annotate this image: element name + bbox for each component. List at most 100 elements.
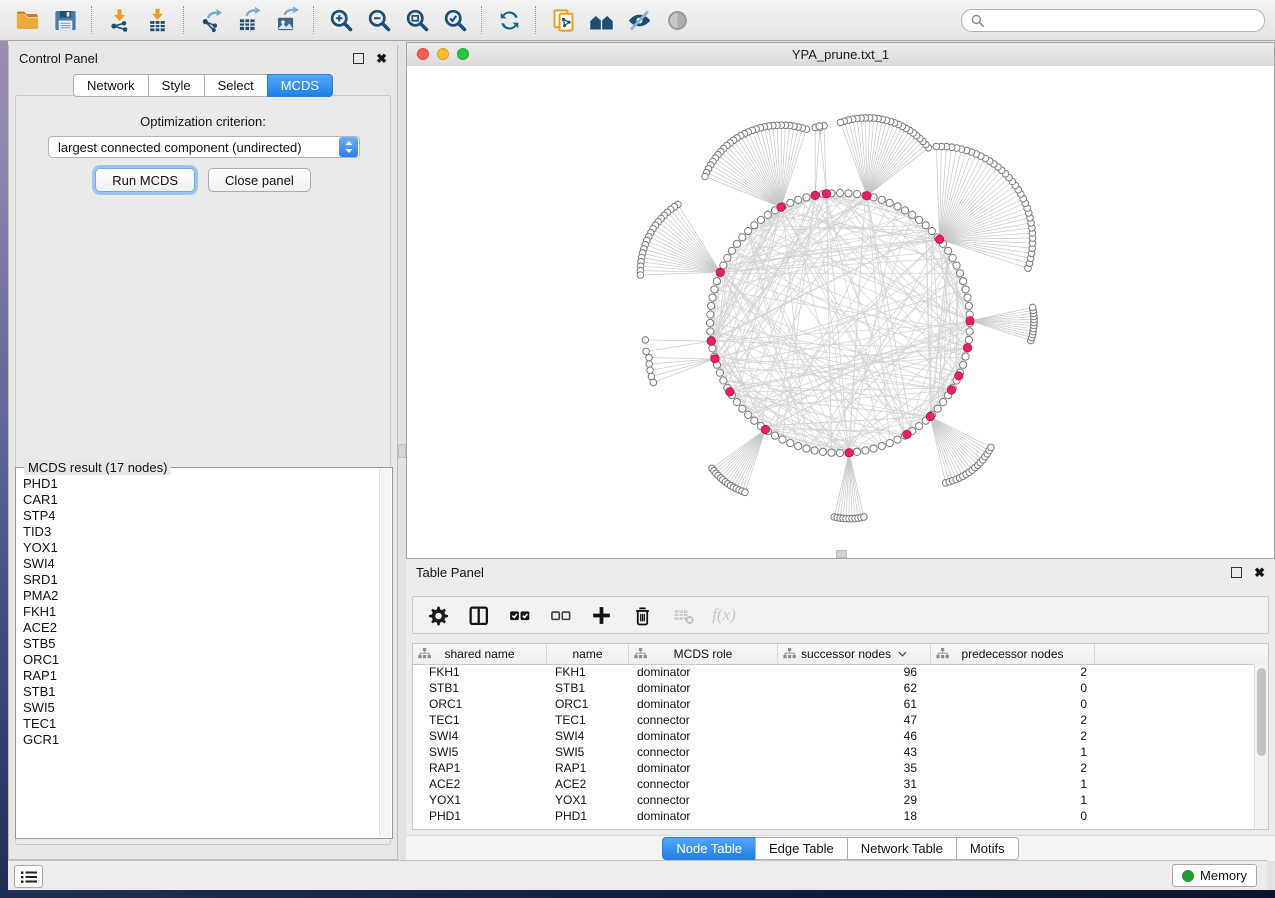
- export-image-button[interactable]: [271, 4, 303, 36]
- result-item[interactable]: CAR1: [23, 492, 392, 508]
- zoom-out-button[interactable]: [363, 4, 395, 36]
- cell-successor-nodes[interactable]: 43: [778, 745, 931, 759]
- table-row[interactable]: ORC1ORC1dominator610: [413, 696, 1255, 712]
- hide-graphics-details-button[interactable]: [623, 4, 655, 36]
- cell-name[interactable]: STB1: [547, 681, 629, 695]
- zoom-selected-button[interactable]: [439, 4, 471, 36]
- open-session-button[interactable]: [11, 4, 43, 36]
- cell-name[interactable]: PHD1: [547, 809, 629, 823]
- search-input[interactable]: [989, 12, 1264, 30]
- network-graph[interactable]: [407, 66, 1275, 560]
- result-item[interactable]: YOX1: [23, 540, 392, 556]
- cell-shared-name[interactable]: YOX1: [413, 793, 547, 807]
- cell-shared-name[interactable]: RAP1: [413, 761, 547, 775]
- cell-predecessor-nodes[interactable]: 2: [931, 761, 1095, 775]
- add-column-button[interactable]: [589, 603, 613, 627]
- settings-button[interactable]: [425, 603, 449, 627]
- run-mcds-button[interactable]: Run MCDS: [95, 168, 195, 192]
- result-item[interactable]: PHD1: [23, 476, 392, 492]
- zoom-in-button[interactable]: [325, 4, 357, 36]
- tab-network[interactable]: Network: [73, 74, 149, 97]
- column-header-name[interactable]: name: [547, 644, 629, 664]
- cell-mcds-role[interactable]: dominator: [629, 761, 778, 775]
- cell-mcds-role[interactable]: dominator: [629, 681, 778, 695]
- cell-name[interactable]: YOX1: [547, 793, 629, 807]
- column-header-successor-nodes[interactable]: successor nodes: [778, 644, 931, 664]
- result-item[interactable]: STP4: [23, 508, 392, 524]
- result-item[interactable]: SRD1: [23, 572, 392, 588]
- cell-predecessor-nodes[interactable]: 1: [931, 777, 1095, 791]
- import-network-button[interactable]: [103, 4, 135, 36]
- result-scrollbar[interactable]: [379, 469, 391, 837]
- vertical-splitter-handle[interactable]: [398, 444, 406, 458]
- result-item[interactable]: STB1: [23, 684, 392, 700]
- tab-select[interactable]: Select: [204, 74, 268, 97]
- cell-name[interactable]: SWI5: [547, 745, 629, 759]
- cell-shared-name[interactable]: ACE2: [413, 777, 547, 791]
- zoom-fit-button[interactable]: [401, 4, 433, 36]
- cell-predecessor-nodes[interactable]: 1: [931, 745, 1095, 759]
- select-all-check-button[interactable]: [507, 603, 531, 627]
- close-panel-button[interactable]: Close panel: [208, 168, 311, 192]
- show-graphics-details-button[interactable]: [661, 4, 693, 36]
- memory-button[interactable]: Memory: [1172, 864, 1257, 887]
- table-row[interactable]: PHD1PHD1dominator180: [413, 808, 1255, 824]
- cell-predecessor-nodes[interactable]: 1: [931, 793, 1095, 807]
- network-canvas[interactable]: [407, 66, 1274, 558]
- cell-successor-nodes[interactable]: 47: [778, 713, 931, 727]
- result-item[interactable]: SWI4: [23, 556, 392, 572]
- result-item[interactable]: STB5: [23, 636, 392, 652]
- cell-shared-name[interactable]: SWI5: [413, 745, 547, 759]
- cell-mcds-role[interactable]: connector: [629, 777, 778, 791]
- tab-network-table[interactable]: Network Table: [847, 837, 957, 860]
- float-panel-icon[interactable]: [353, 53, 364, 64]
- horizontal-splitter-handle[interactable]: [836, 550, 847, 558]
- deselect-all-check-button[interactable]: [548, 603, 572, 627]
- close-panel-icon[interactable]: ✖: [376, 52, 387, 65]
- delete-column-button[interactable]: [630, 603, 654, 627]
- cell-shared-name[interactable]: SWI4: [413, 729, 547, 743]
- export-network-button[interactable]: [195, 4, 227, 36]
- close-table-panel-icon[interactable]: ✖: [1254, 566, 1265, 579]
- column-header-mcds-role[interactable]: MCDS role: [629, 644, 778, 664]
- cell-shared-name[interactable]: PHD1: [413, 809, 547, 823]
- cell-successor-nodes[interactable]: 29: [778, 793, 931, 807]
- result-item[interactable]: TID3: [23, 524, 392, 540]
- cell-mcds-role[interactable]: connector: [629, 793, 778, 807]
- tab-mcds[interactable]: MCDS: [267, 74, 333, 97]
- cell-shared-name[interactable]: FKH1: [413, 665, 547, 679]
- table-row[interactable]: SWI4SWI4dominator462: [413, 728, 1255, 744]
- table-row[interactable]: YOX1YOX1connector291: [413, 792, 1255, 808]
- column-header-shared-name[interactable]: shared name: [413, 644, 547, 664]
- cell-predecessor-nodes[interactable]: 0: [931, 809, 1095, 823]
- cell-successor-nodes[interactable]: 61: [778, 697, 931, 711]
- cell-name[interactable]: RAP1: [547, 761, 629, 775]
- cell-mcds-role[interactable]: connector: [629, 713, 778, 727]
- cell-successor-nodes[interactable]: 31: [778, 777, 931, 791]
- cell-mcds-role[interactable]: dominator: [629, 809, 778, 823]
- cell-name[interactable]: SWI4: [547, 729, 629, 743]
- table-row[interactable]: SWI5SWI5connector431: [413, 744, 1255, 760]
- tab-motifs[interactable]: Motifs: [956, 837, 1019, 860]
- maximize-window-icon[interactable]: [457, 48, 469, 60]
- first-neighbors-button[interactable]: [585, 4, 617, 36]
- cell-successor-nodes[interactable]: 62: [778, 681, 931, 695]
- table-row[interactable]: ACE2ACE2connector311: [413, 776, 1255, 792]
- refresh-button[interactable]: [493, 4, 525, 36]
- result-item[interactable]: ORC1: [23, 652, 392, 668]
- cell-predecessor-nodes[interactable]: 2: [931, 729, 1095, 743]
- column-header-predecessor-nodes[interactable]: predecessor nodes: [931, 644, 1095, 664]
- table-row[interactable]: FKH1FKH1dominator962: [413, 664, 1255, 680]
- table-row[interactable]: TEC1TEC1connector472: [413, 712, 1255, 728]
- close-window-icon[interactable]: [417, 48, 429, 60]
- cell-mcds-role[interactable]: dominator: [629, 697, 778, 711]
- float-table-panel-icon[interactable]: [1231, 567, 1242, 578]
- import-table-button[interactable]: [141, 4, 173, 36]
- result-item[interactable]: FKH1: [23, 604, 392, 620]
- cell-mcds-role[interactable]: connector: [629, 745, 778, 759]
- criterion-dropdown[interactable]: largest connected component (undirected): [48, 136, 360, 158]
- result-item[interactable]: PMA2: [23, 588, 392, 604]
- cell-successor-nodes[interactable]: 35: [778, 761, 931, 775]
- cell-predecessor-nodes[interactable]: 2: [931, 665, 1095, 679]
- split-panel-button[interactable]: [466, 603, 490, 627]
